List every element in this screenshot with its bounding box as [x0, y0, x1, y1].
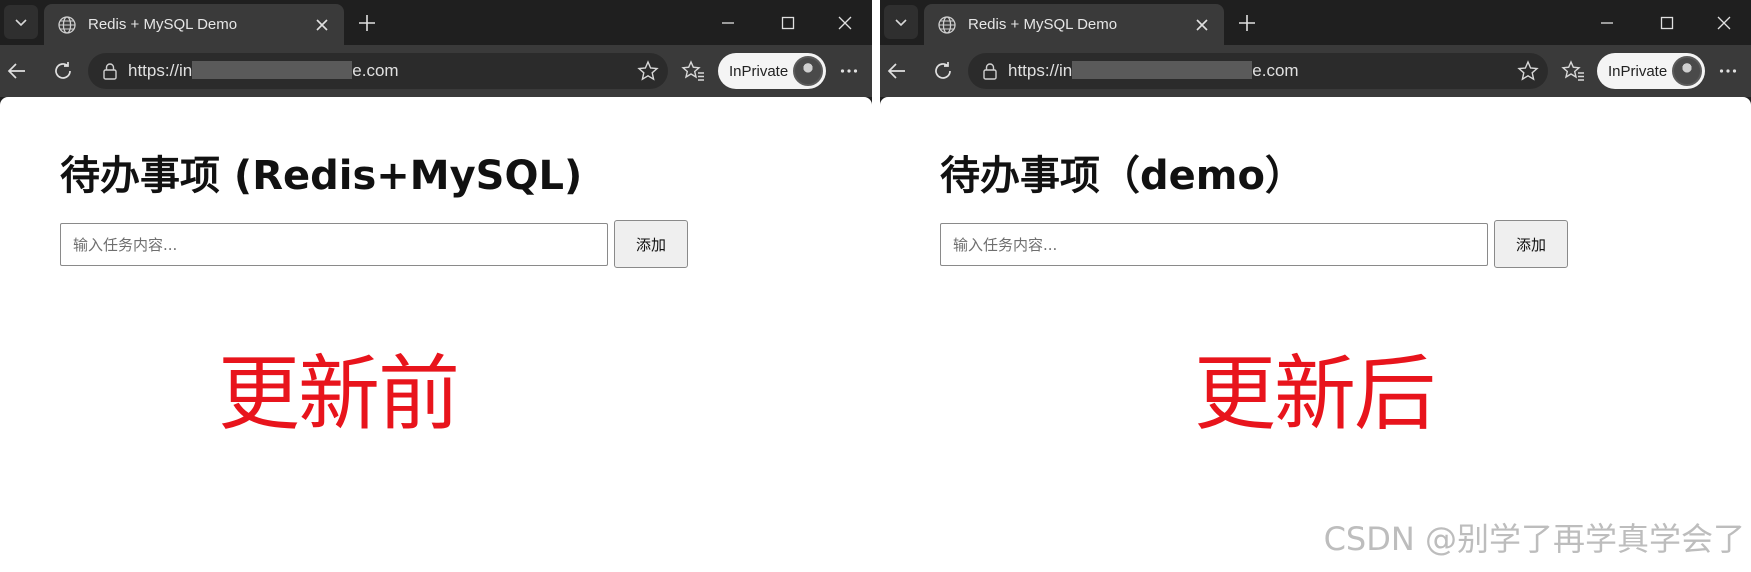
url-suffix: e.com [1252, 61, 1299, 80]
favorites-icon [681, 60, 704, 81]
star-icon [1517, 60, 1539, 81]
page-viewport: 待办事项（demo） 添加 更新后 [880, 97, 1751, 572]
right-browser-window: Redis + MySQL Demo https://in e.com InPr… [880, 0, 1751, 572]
maximize-button[interactable] [775, 10, 801, 36]
active-tab[interactable]: Redis + MySQL Demo [924, 4, 1224, 45]
divider [872, 0, 880, 572]
tab-list-button[interactable] [4, 5, 38, 39]
url-redacted [1072, 61, 1253, 79]
lock-icon [100, 61, 120, 81]
address-bar[interactable]: https://in e.com [88, 53, 668, 89]
add-button[interactable]: 添加 [1494, 220, 1568, 268]
plus-icon [359, 15, 375, 31]
task-input[interactable] [60, 223, 608, 266]
globe-icon [56, 14, 78, 36]
chevron-down-icon [895, 19, 907, 27]
tab-title: Redis + MySQL Demo [88, 16, 238, 33]
inprivate-badge[interactable]: InPrivate [1597, 53, 1705, 89]
task-input[interactable] [940, 223, 1488, 266]
reload-icon [935, 62, 951, 79]
ellipsis-icon [840, 69, 858, 73]
reload-icon [55, 62, 71, 79]
url-text: https://in e.com [1008, 61, 1299, 81]
active-tab[interactable]: Redis + MySQL Demo [44, 4, 344, 45]
close-icon [1196, 19, 1208, 31]
url-prefix: https://in [1008, 61, 1073, 80]
maximize-button[interactable] [1654, 10, 1680, 36]
close-icon [316, 19, 328, 31]
toolbar: https://in e.com InPrivate [0, 45, 872, 97]
page-title: 待办事项（demo） [940, 153, 1305, 199]
close-window-button[interactable] [1711, 10, 1737, 36]
new-tab-button[interactable] [1234, 10, 1260, 36]
close-tab-button[interactable] [1192, 15, 1212, 35]
reload-button[interactable] [930, 58, 956, 84]
url-text: https://in e.com [128, 61, 399, 81]
close-window-button[interactable] [832, 10, 858, 36]
reload-button[interactable] [50, 58, 76, 84]
add-favorite-button[interactable] [636, 59, 660, 83]
page-title: 待办事项 (Redis+MySQL) [60, 153, 583, 199]
back-button[interactable] [884, 58, 910, 84]
favorites-icon [1561, 60, 1584, 81]
url-redacted [192, 61, 353, 79]
back-button[interactable] [4, 58, 30, 84]
arrow-left-icon [887, 63, 905, 79]
inprivate-badge[interactable]: InPrivate [718, 53, 826, 89]
arrow-left-icon [7, 63, 25, 79]
plus-icon [1239, 15, 1255, 31]
close-icon [1717, 16, 1731, 30]
address-bar[interactable]: https://in e.com [968, 53, 1548, 89]
more-options-button[interactable] [1715, 58, 1741, 84]
inprivate-label: InPrivate [1608, 62, 1668, 80]
title-bar: Redis + MySQL Demo [0, 0, 872, 45]
url-suffix: e.com [352, 61, 399, 80]
favorites-button[interactable] [680, 58, 706, 84]
maximize-icon [1660, 16, 1674, 30]
title-bar: Redis + MySQL Demo [880, 0, 1751, 45]
add-favorite-button[interactable] [1516, 59, 1540, 83]
minimize-icon [722, 22, 734, 24]
minimize-icon [1601, 22, 1613, 24]
avatar [793, 56, 823, 86]
ellipsis-icon [1719, 69, 1737, 73]
toolbar: https://in e.com InPrivate [880, 45, 1751, 97]
page-viewport: 待办事项 (Redis+MySQL) 添加 更新前 [0, 97, 872, 572]
chevron-down-icon [15, 19, 27, 27]
lock-icon [980, 61, 1000, 81]
inprivate-label: InPrivate [729, 62, 789, 80]
maximize-icon [781, 16, 795, 30]
close-icon [838, 16, 852, 30]
after-update-annotation: 更新后 [1194, 347, 1436, 442]
favorites-button[interactable] [1560, 58, 1586, 84]
close-tab-button[interactable] [312, 15, 332, 35]
new-tab-button[interactable] [354, 10, 380, 36]
url-prefix: https://in [128, 61, 193, 80]
tab-title: Redis + MySQL Demo [968, 16, 1118, 33]
csdn-watermark: CSDN @别学了再学真学会了 [1323, 520, 1745, 558]
star-icon [637, 60, 659, 81]
globe-icon [936, 14, 958, 36]
add-button[interactable]: 添加 [614, 220, 688, 268]
left-browser-window: Redis + MySQL Demo https://in e.com InPr… [0, 0, 872, 572]
minimize-button[interactable] [1594, 10, 1620, 36]
tab-list-button[interactable] [884, 5, 918, 39]
minimize-button[interactable] [715, 10, 741, 36]
avatar [1672, 56, 1702, 86]
before-update-annotation: 更新前 [218, 347, 460, 442]
more-options-button[interactable] [836, 58, 862, 84]
